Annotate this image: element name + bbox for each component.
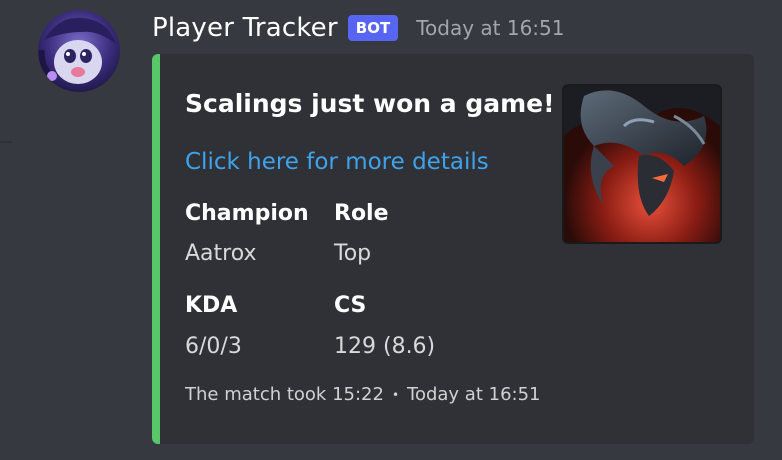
message-header: Player Tracker BOT Today at 16:51 <box>152 8 564 48</box>
footer-text: The match took 15:22 <box>185 384 384 405</box>
embed-footer: The match took 15:22 • Today at 16:51 <box>185 384 541 405</box>
field-role-name: Role <box>334 201 389 226</box>
author-avatar[interactable] <box>38 10 120 92</box>
details-link[interactable]: Click here for more details <box>185 149 489 175</box>
footer-separator: • <box>391 387 400 402</box>
field-cs-name: CS <box>334 293 367 318</box>
chat-message: Player Tracker BOT Today at 16:51 Scalin… <box>0 0 782 460</box>
bot-badge: BOT <box>347 15 399 41</box>
field-cs-value: 129 (8.6) <box>334 334 436 359</box>
aatrox-portrait-image <box>564 86 720 242</box>
poro-avatar-image <box>38 10 120 92</box>
field-role-value: Top <box>334 241 372 266</box>
field-kda-value: 6/0/3 <box>185 334 242 359</box>
embed-title: Scalings just won a game! <box>185 89 555 118</box>
champion-thumbnail[interactable] <box>562 84 722 244</box>
embed-accent-bar <box>152 54 160 444</box>
field-champion-value: Aatrox <box>185 241 257 266</box>
field-kda-name: KDA <box>185 293 238 318</box>
channel-divider <box>0 141 12 143</box>
message-timestamp[interactable]: Today at 16:51 <box>416 16 564 40</box>
field-champion-name: Champion <box>185 201 309 226</box>
footer-timestamp: Today at 16:51 <box>407 384 541 405</box>
author-name[interactable]: Player Tracker <box>152 13 338 43</box>
rich-embed: Scalings just won a game! Click here for… <box>152 54 754 444</box>
